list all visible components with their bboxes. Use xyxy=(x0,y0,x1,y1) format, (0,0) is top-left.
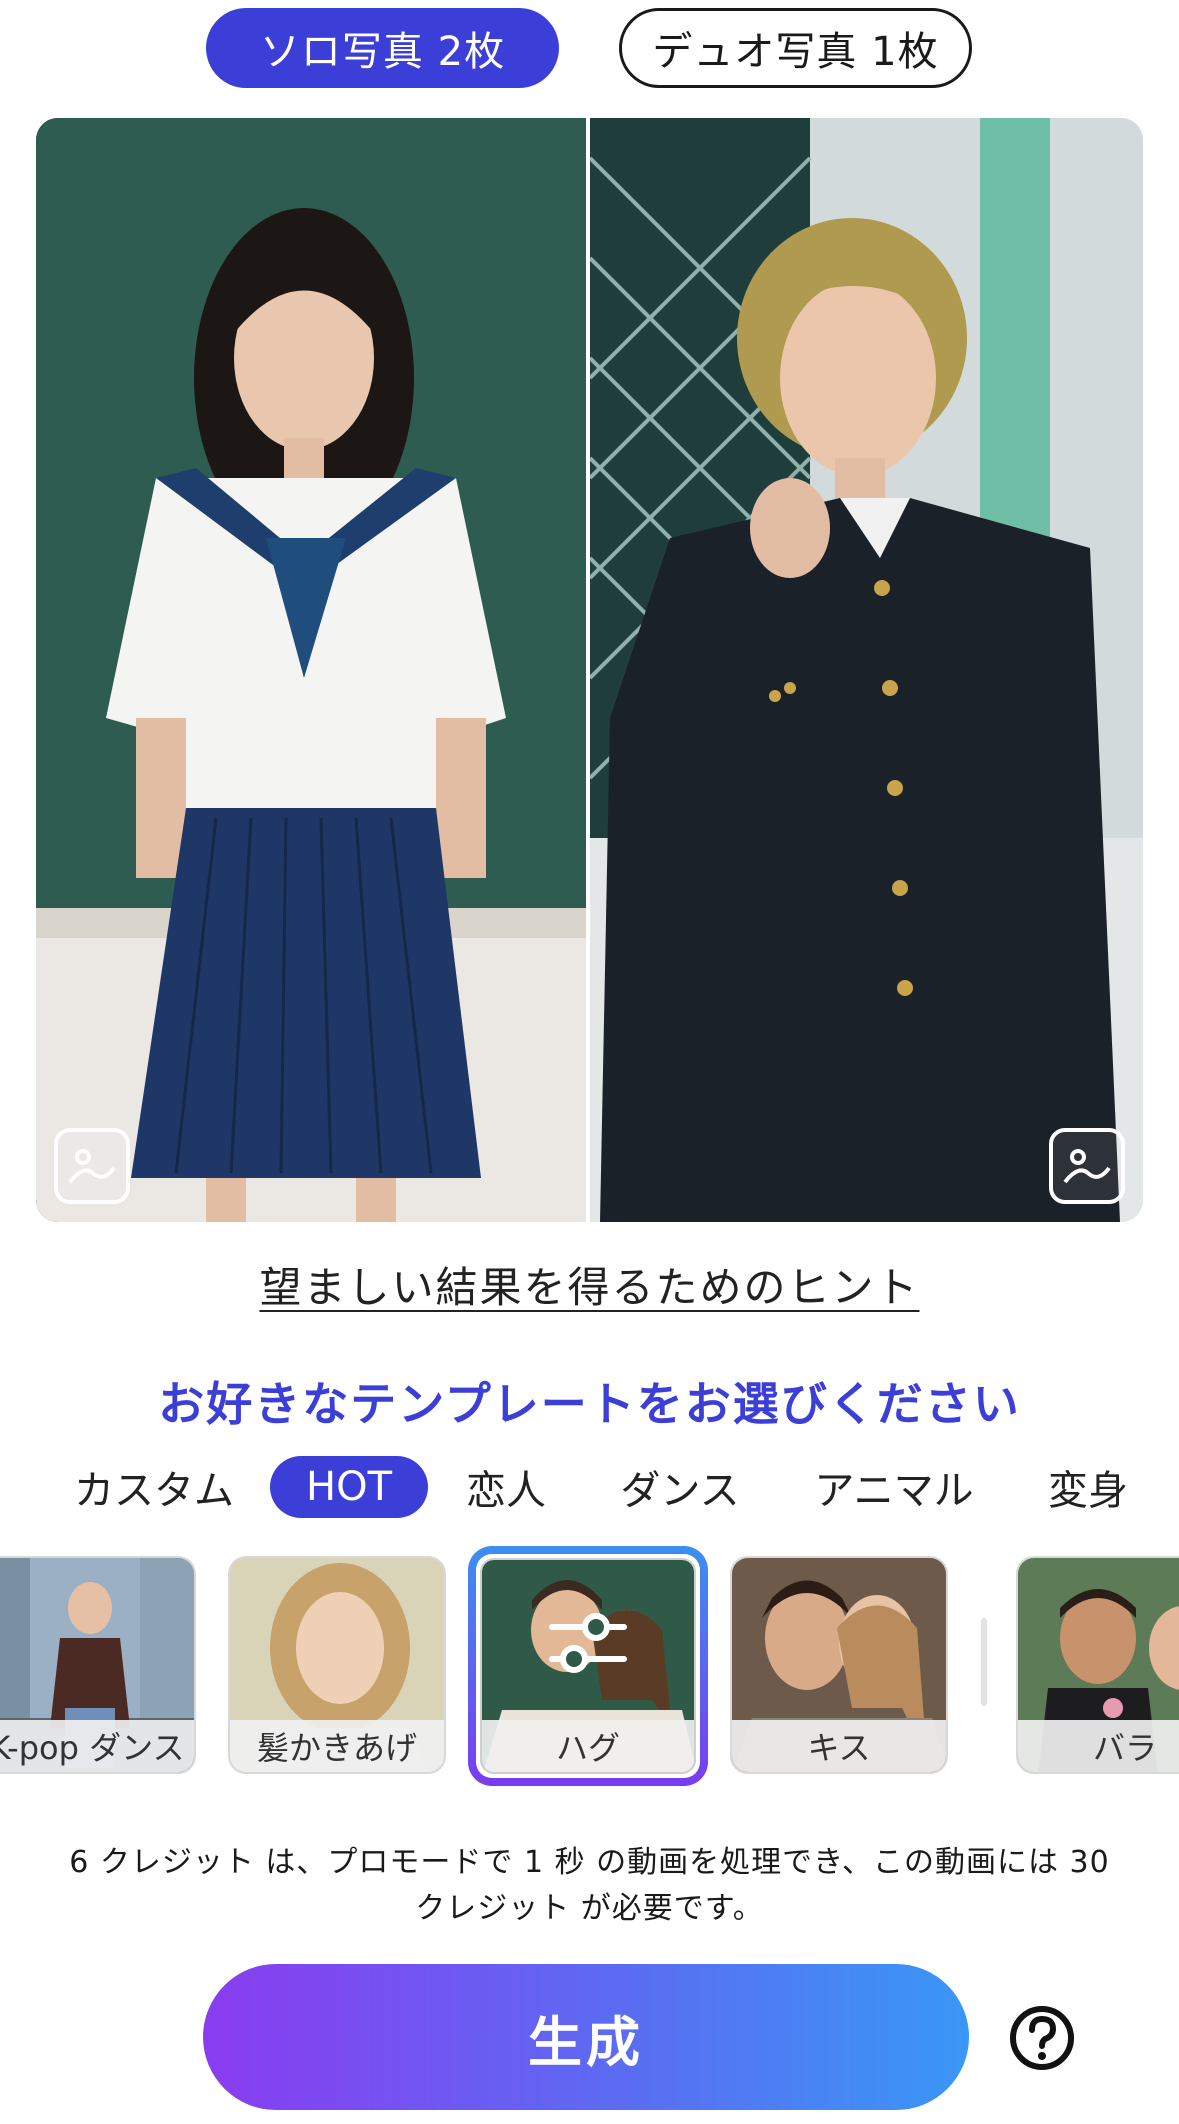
credit-info-line-2: クレジット が必要です。 xyxy=(415,1891,764,1926)
generate-button-label: 生成 xyxy=(528,2010,644,2074)
photo-slot-1[interactable] xyxy=(36,118,586,1222)
template-label: ハグ xyxy=(482,1720,694,1772)
template-label: キス xyxy=(732,1720,946,1772)
credit-info-text: 6 クレジット は、プロモードで 1 秒 の動画を処理でき、この動画には 30 … xyxy=(60,1840,1119,1932)
duo-mode-label: デュオ写真 1枚 xyxy=(652,29,939,75)
template-card-hair-flip[interactable]: 髪かきあげ xyxy=(228,1556,446,1774)
help-icon[interactable] xyxy=(1008,2004,1076,2072)
template-card-hug[interactable]: ハグ xyxy=(468,1546,708,1786)
carousel-scroll-indicator xyxy=(981,1618,987,1706)
gallery-icon[interactable] xyxy=(54,1128,130,1204)
tab-custom[interactable]: カスタム xyxy=(72,1456,236,1518)
template-carousel[interactable]: K-pop ダンス 髪かきあげ ハグ キス バラ xyxy=(0,1546,1179,1786)
photo-2-image xyxy=(590,118,1143,1222)
tips-link[interactable]: 望ましい結果を得るためのヒント xyxy=(0,1254,1179,1315)
credit-info-line-1: 6 クレジット は、プロモードで 1 秒 の動画を処理でき、この動画には 30 xyxy=(69,1845,1110,1880)
tab-transform[interactable]: 変身 xyxy=(1044,1456,1132,1518)
template-label: バラ xyxy=(1018,1720,1179,1772)
tab-dance[interactable]: ダンス xyxy=(618,1456,742,1518)
adjust-sliders-icon[interactable] xyxy=(546,1599,630,1683)
photo-slot-2[interactable] xyxy=(590,118,1143,1222)
template-label: K-pop ダンス xyxy=(0,1720,194,1772)
tab-lovers[interactable]: 恋人 xyxy=(462,1456,550,1518)
template-card-kiss[interactable]: キス xyxy=(730,1556,948,1774)
solo-photo-mode-button[interactable]: ソロ写真 2枚 xyxy=(206,8,559,88)
gallery-icon[interactable] xyxy=(1049,1128,1125,1204)
solo-mode-label: ソロ写真 2枚 xyxy=(259,29,506,75)
generate-button[interactable]: 生成 xyxy=(203,1964,969,2110)
category-tabs: カスタム HOT 恋人 ダンス アニマル 変身 xyxy=(0,1456,1179,1518)
photo-1-image xyxy=(36,118,586,1222)
tab-hot[interactable]: HOT xyxy=(270,1456,428,1518)
photo-pair xyxy=(36,118,1143,1222)
duo-photo-mode-button[interactable]: デュオ写真 1枚 xyxy=(619,8,972,88)
template-card-hug-inner: ハグ xyxy=(480,1558,696,1774)
template-card-rose[interactable]: バラ xyxy=(1016,1556,1179,1774)
template-card-kpop-dance[interactable]: K-pop ダンス xyxy=(0,1556,196,1774)
template-label: 髪かきあげ xyxy=(230,1720,444,1772)
template-section-title: お好きなテンプレートをお選びください xyxy=(158,1377,1021,1431)
tab-animal[interactable]: アニマル xyxy=(812,1456,976,1518)
